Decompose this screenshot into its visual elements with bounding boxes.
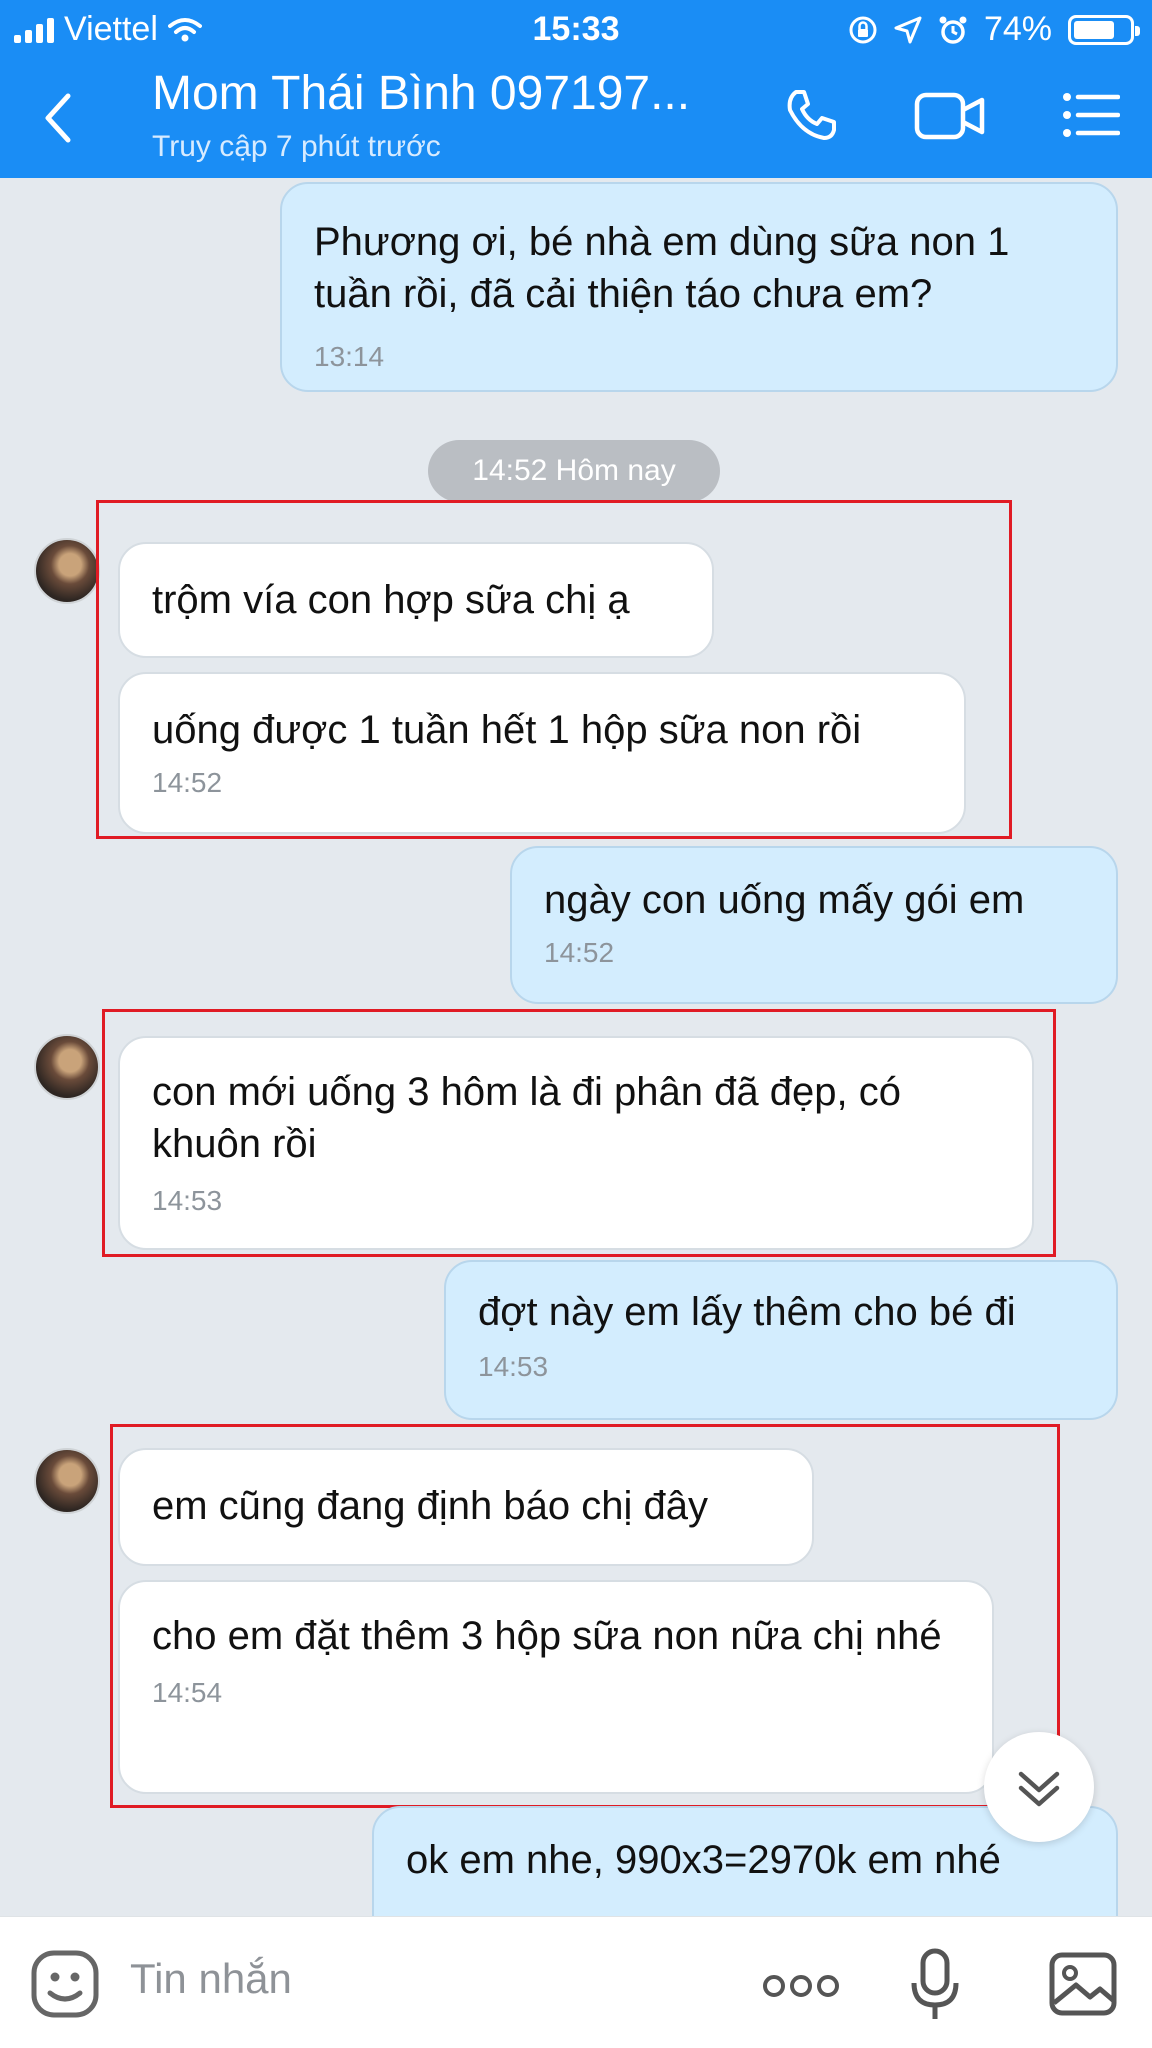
last-seen-status: Truy cập 7 phút trước <box>152 130 441 163</box>
highlight-box <box>96 500 1012 839</box>
chat-header: Viettel 15:33 74% Mom Thái Bình 097197..… <box>0 0 1152 178</box>
battery-level-fill <box>1074 20 1114 39</box>
double-chevron-down-icon <box>1018 1771 1060 1807</box>
message-list[interactable]: Phương ơi, bé nhà em dùng sữa non 1 tuần… <box>0 178 1152 1916</box>
contact-avatar[interactable] <box>34 1448 100 1514</box>
message-bubble-sent[interactable]: Phương ơi, bé nhà em dùng sữa non 1 tuần… <box>280 182 1118 392</box>
location-icon <box>894 16 922 43</box>
back-chevron-icon[interactable] <box>36 88 82 148</box>
message-time: 14:52 <box>544 937 615 968</box>
battery-icon <box>1068 14 1140 45</box>
message-text: ngày con uống mấy gói em <box>544 878 1025 922</box>
message-time: 14:53 <box>478 1351 549 1382</box>
highlight-box <box>102 1009 1056 1257</box>
status-bar: Viettel 15:33 74% <box>0 0 1152 56</box>
date-separator: 14:52 Hôm nay <box>428 440 720 502</box>
contact-avatar[interactable] <box>34 538 100 604</box>
message-time: 13:14 <box>314 341 385 372</box>
status-right-group: 74% <box>848 10 1140 49</box>
emoji-icon[interactable] <box>30 1949 100 2019</box>
message-bubble-sent[interactable]: ngày con uống mấy gói em 14:52 <box>510 846 1118 1004</box>
video-call-icon[interactable] <box>914 92 986 140</box>
menu-list-icon[interactable] <box>1062 92 1120 138</box>
image-icon[interactable] <box>1048 1951 1118 2017</box>
contact-avatar[interactable] <box>34 1034 100 1100</box>
rotation-lock-icon <box>849 16 877 43</box>
message-text: đợt này em lấy thêm cho bé đi <box>478 1290 1016 1334</box>
message-input[interactable]: Tin nhắn <box>130 1955 292 2003</box>
message-composer: Tin nhắn <box>0 1916 1152 2048</box>
microphone-icon[interactable] <box>910 1947 960 2023</box>
phone-icon[interactable] <box>782 86 840 144</box>
battery-percent: 74% <box>983 10 1052 48</box>
highlight-box <box>110 1424 1060 1808</box>
message-text: Phương ơi, bé nhà em dùng sữa non 1 tuần… <box>314 220 1010 316</box>
message-text: ok em nhe, 990x3=2970k em nhé <box>406 1838 1001 1882</box>
message-bubble-sent[interactable]: đợt này em lấy thêm cho bé đi 14:53 <box>444 1260 1118 1420</box>
scroll-to-bottom-button[interactable] <box>984 1732 1094 1842</box>
alarm-icon <box>939 16 967 44</box>
more-dots-icon[interactable] <box>762 1973 840 1999</box>
contact-name[interactable]: Mom Thái Bình 097197... <box>152 66 690 121</box>
